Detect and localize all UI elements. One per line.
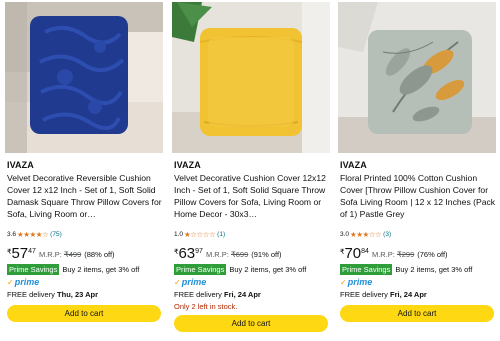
product-image-yellow-cushion[interactable] [172,2,330,153]
price-fraction: 84 [361,248,369,255]
price-whole: 57 [11,245,29,262]
mrp: M.R.P: ₹499 [39,250,81,259]
discount-percent: (88% off) [84,250,115,259]
product-grid: IVAZA Velvet Decorative Reversible Cushi… [0,0,500,341]
star-icon[interactable]: ★☆☆☆☆ [184,230,216,239]
check-icon: ✓ [340,277,347,287]
prime-savings-badge: Prime Savings [174,264,227,275]
prime-badge: ✓ prime [340,277,372,287]
discount-percent: (91% off) [251,250,282,259]
product-title[interactable]: Floral Printed 100% Cotton Cushion Cover… [340,172,496,220]
check-icon: ✓ [174,277,181,287]
rating-value: 3.0 [340,230,350,238]
product-rating: 3.6 ★★★★☆ (75) [7,229,62,239]
price-whole: 63 [178,245,196,262]
prime-label: prime [181,277,207,287]
product-price: ₹ 57 47 M.R.P: ₹499 (88% off) [7,246,115,262]
review-count-link[interactable]: (1) [217,231,225,238]
offer-row: Prime Savings Buy 2 items, get 3% off [174,264,306,275]
product-image-blue-cushion[interactable] [5,2,163,153]
add-to-cart-button[interactable]: Add to cart [174,315,328,332]
mrp-value: ₹699 [230,250,249,259]
product-rating: 1.0 ★☆☆☆☆ (1) [174,229,225,239]
prime-badge: ✓ prime [174,277,206,287]
product-brand: IVAZA [340,160,367,170]
product-rating: 3.0 ★★★☆☆ (3) [340,229,391,239]
mrp: M.R.P: ₹699 [206,250,248,259]
mrp-value: ₹299 [396,250,415,259]
delivery-info: FREE delivery Thu, 23 Apr [7,290,98,299]
rating-value: 3.6 [7,230,17,238]
product-image-svg [338,2,496,153]
product-brand: IVAZA [7,160,34,170]
offer-text: Buy 2 items, get 3% off [62,265,140,274]
product-image-floral-cushion[interactable] [338,2,496,153]
product-card: IVAZA Velvet Decorative Cushion Cover 12… [172,0,330,341]
product-brand: IVAZA [174,160,201,170]
mrp-label: M.R.P: [38,250,62,259]
offer-text: Buy 2 items, get 3% off [395,265,473,274]
product-image-svg [5,2,163,153]
price-whole: 70 [344,245,362,262]
prime-savings-badge: Prime Savings [340,264,393,275]
price-fraction: 47 [28,248,36,255]
offer-row: Prime Savings Buy 2 items, get 3% off [7,264,139,275]
delivery-date: Thu, 23 Apr [57,290,99,299]
discount-percent: (76% off) [417,250,448,259]
delivery-prefix: FREE delivery [340,290,388,299]
delivery-prefix: FREE delivery [7,290,55,299]
delivery-info: FREE delivery Fri, 24 Apr [340,290,427,299]
product-card: IVAZA Floral Printed 100% Cotton Cushion… [338,0,496,341]
product-price: ₹ 70 84 M.R.P: ₹299 (76% off) [340,246,448,262]
review-count-link[interactable]: (3) [383,231,391,238]
rating-value: 1.0 [174,230,184,238]
stock-warning: Only 2 left in stock. [174,302,238,311]
prime-savings-badge: Prime Savings [7,264,60,275]
mrp-value: ₹499 [63,250,82,259]
review-count-link[interactable]: (75) [50,231,62,238]
delivery-info: FREE delivery Fri, 24 Apr [174,290,261,299]
mrp-label: M.R.P: [205,250,229,259]
add-to-cart-button[interactable]: Add to cart [340,305,494,322]
offer-text: Buy 2 items, get 3% off [229,265,307,274]
product-title[interactable]: Velvet Decorative Reversible Cushion Cov… [7,172,163,220]
offer-row: Prime Savings Buy 2 items, get 3% off [340,264,472,275]
add-to-cart-button[interactable]: Add to cart [7,305,161,322]
prime-label: prime [347,277,373,287]
prime-label: prime [14,277,40,287]
mrp: M.R.P: ₹299 [372,250,414,259]
price-fraction: 97 [195,248,203,255]
product-card: IVAZA Velvet Decorative Reversible Cushi… [5,0,163,341]
product-price: ₹ 63 97 M.R.P: ₹699 (91% off) [174,246,282,262]
delivery-date: Fri, 24 Apr [224,290,261,299]
delivery-prefix: FREE delivery [174,290,222,299]
mrp-label: M.R.P: [371,250,395,259]
star-icon[interactable]: ★★★☆☆ [350,230,382,239]
star-icon[interactable]: ★★★★☆ [17,230,49,239]
product-image-svg [172,2,330,153]
prime-badge: ✓ prime [7,277,39,287]
delivery-date: Fri, 24 Apr [390,290,427,299]
check-icon: ✓ [7,277,14,287]
product-title[interactable]: Velvet Decorative Cushion Cover 12x12 In… [174,172,330,220]
